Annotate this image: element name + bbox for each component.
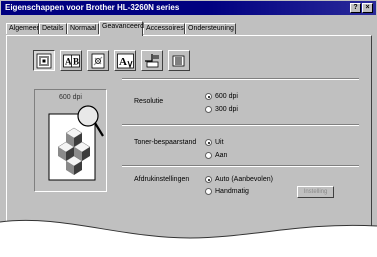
torn-edge — [0, 219, 377, 257]
tab-geavanceerd[interactable]: Geavanceerd — [99, 21, 144, 36]
properties-window: Eigenschappen voor Brother HL-3260N seri… — [0, 0, 377, 257]
